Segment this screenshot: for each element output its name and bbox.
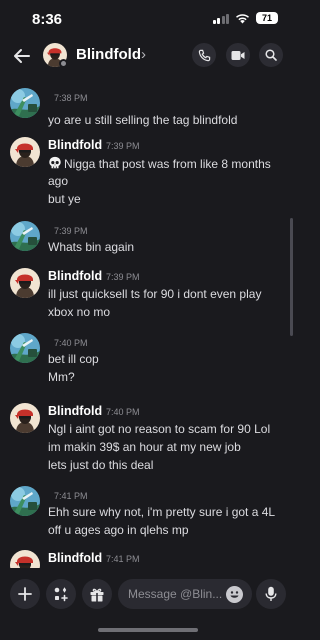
message-timestamp: 7:41 PM xyxy=(54,491,88,501)
message-author[interactable]: Blindfold xyxy=(48,404,102,418)
message-text: im makin 39$ an hour at my new job xyxy=(48,440,241,454)
skull-emoji-icon xyxy=(48,156,62,170)
message-author[interactable]: Blindfold xyxy=(48,138,102,152)
message-timestamp: 7:40 PM xyxy=(54,338,88,348)
video-call-button[interactable] xyxy=(226,43,250,67)
user-avatar[interactable] xyxy=(10,137,40,167)
message-text-content: Nigga that post was from like 8 months xyxy=(64,157,271,171)
attach-button[interactable] xyxy=(10,579,40,609)
message-timestamp: 7:39 PM xyxy=(106,141,140,151)
chevron-right-icon[interactable]: › xyxy=(141,46,146,63)
message-timestamp: 7:41 PM xyxy=(106,554,140,564)
wifi-icon xyxy=(236,13,249,23)
message-text: lets just do this deal xyxy=(48,458,154,472)
message-text: ago xyxy=(48,174,69,188)
message-text: Mm? xyxy=(48,370,75,384)
user-avatar[interactable] xyxy=(10,88,40,118)
plus-icon xyxy=(18,587,32,601)
gift-icon xyxy=(90,588,104,601)
status-time: 8:36 xyxy=(32,11,63,28)
cellular-signal-icon xyxy=(212,13,229,24)
microphone-icon xyxy=(265,586,277,601)
message-text: Ehh sure why not, i'm pretty sure i got … xyxy=(48,505,276,519)
gift-button[interactable] xyxy=(82,579,112,609)
scrollbar[interactable] xyxy=(290,218,293,336)
status-icons: 71 xyxy=(212,12,278,24)
offline-status-icon xyxy=(59,59,68,68)
phone-icon xyxy=(198,49,210,61)
message-text: Ngl i aint got no reason to scam for 90 … xyxy=(48,422,271,436)
message-text: Nigga that post was from like 8 months xyxy=(48,156,271,171)
dm-header: Blindfold › xyxy=(0,38,296,78)
apps-button[interactable] xyxy=(46,579,76,609)
message-text: ill just quicksell ts for 90 i dont even… xyxy=(48,287,262,301)
search-button[interactable] xyxy=(259,43,283,67)
status-bar: 8:36 71 xyxy=(0,0,296,38)
home-indicator[interactable] xyxy=(98,628,198,632)
back-arrow-icon[interactable] xyxy=(12,46,32,66)
message-text: Whats bin again xyxy=(48,240,135,254)
user-avatar[interactable] xyxy=(10,268,40,298)
message-author[interactable]: Blindfold xyxy=(48,551,102,565)
user-avatar[interactable] xyxy=(10,221,40,251)
video-camera-icon xyxy=(231,50,245,60)
message-timestamp: 7:40 PM xyxy=(106,407,140,417)
header-username[interactable]: Blindfold xyxy=(76,46,141,63)
message-author[interactable]: Blindfold xyxy=(48,269,102,283)
user-avatar[interactable] xyxy=(10,486,40,516)
message-text: but ye xyxy=(48,192,81,206)
user-avatar[interactable] xyxy=(10,403,40,433)
apps-icon xyxy=(54,587,68,602)
message-text: off u ages ago in qlehs mp xyxy=(48,523,189,537)
battery-indicator: 71 xyxy=(256,12,278,24)
search-icon xyxy=(265,49,277,61)
call-button[interactable] xyxy=(192,43,216,67)
message-text: xbox no mo xyxy=(48,305,111,319)
message-timestamp: 7:39 PM xyxy=(106,272,140,282)
message-list[interactable]: 7:38 PM yo are u still selling the tag b… xyxy=(0,80,296,568)
user-avatar[interactable] xyxy=(10,550,40,568)
message-timestamp: 7:38 PM xyxy=(54,93,88,103)
voice-message-button[interactable] xyxy=(256,579,286,609)
emoji-picker-icon[interactable] xyxy=(226,586,243,603)
message-text: bet ill cop xyxy=(48,352,99,366)
message-text: yo are u still selling the tag blindfold xyxy=(48,113,238,127)
message-timestamp: 7:39 PM xyxy=(54,226,88,236)
user-avatar[interactable] xyxy=(10,333,40,363)
